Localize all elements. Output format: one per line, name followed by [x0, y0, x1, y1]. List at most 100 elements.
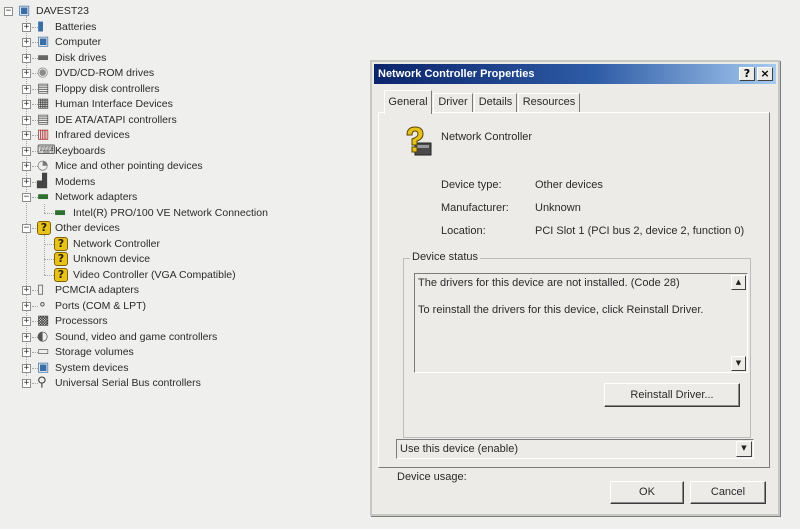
device-name: Network Controller [441, 131, 533, 143]
tab-general[interactable]: General [384, 90, 432, 114]
port-icon: ⚬ [37, 297, 48, 313]
tree-category-label: Disk drives [55, 51, 107, 64]
manufacturer-value: Unknown [535, 202, 581, 214]
tree-category-label: IDE ATA/ATAPI controllers [55, 113, 177, 126]
expand-toggle[interactable]: + [22, 332, 31, 342]
storage-volume-icon: ▭ [37, 344, 50, 359]
collapse-root-toggle[interactable]: − [4, 7, 13, 16]
scroll-up-button[interactable]: ▲ [731, 275, 746, 290]
tab-driver[interactable]: Driver [433, 93, 473, 112]
expand-toggle[interactable]: + [22, 38, 31, 47]
tree-device[interactable]: ? Unknown device [0, 252, 330, 267]
status-line-1: The drivers for this device are not inst… [418, 277, 680, 289]
tree-category[interactable]: + ◐ Sound, video and game controllers [0, 328, 330, 345]
device-status-textbox[interactable]: The drivers for this device are not inst… [414, 273, 748, 373]
expand-toggle[interactable]: + [22, 301, 31, 311]
expand-toggle[interactable]: + [22, 84, 31, 94]
status-line-2: To reinstall the drivers for this device… [418, 304, 704, 316]
device-tree: − ▣ DAVEST23 + ▮ Batteries + ▣ Computer + ▬ Disk dr… [0, 0, 340, 529]
tree-category[interactable]: + ▬ Disk drives [0, 49, 330, 66]
arrow-down-icon: ▼ [735, 359, 742, 367]
disk-drive-icon: ▬ [37, 49, 50, 65]
ok-button[interactable]: OK [610, 481, 684, 504]
arrow-up-icon: ▲ [735, 278, 742, 286]
expand-toggle[interactable]: + [22, 379, 31, 388]
expand-toggle[interactable]: + [22, 53, 31, 63]
unknown-device-icon: ? [54, 236, 68, 251]
tree-category[interactable]: + ▣ Computer [0, 35, 330, 50]
modem-icon: ▟ [37, 173, 47, 189]
expand-toggle[interactable]: + [22, 348, 31, 357]
expand-toggle[interactable]: + [22, 177, 31, 187]
tree-device[interactable]: ▬ Intel(R) PRO/100 VE Network Connection [0, 205, 330, 221]
tree-category-label: Floppy disk controllers [55, 82, 160, 95]
expand-toggle[interactable]: + [22, 146, 31, 156]
ide-controller-icon: ▤ [37, 111, 50, 127]
tree-device[interactable]: ? Video Controller (VGA Compatible) [0, 267, 330, 283]
tree-category[interactable]: + ⚬ Ports (COM & LPT) [0, 297, 330, 314]
infrared-icon: ▥ [37, 127, 50, 142]
expand-toggle[interactable]: + [22, 22, 31, 32]
expand-toggle[interactable]: + [22, 317, 31, 326]
tab-details[interactable]: Details [474, 93, 517, 112]
unknown-device-large-icon [406, 126, 432, 156]
tree-category[interactable]: + ▣ System devices [0, 360, 330, 376]
hid-icon: ▦ [37, 96, 50, 111]
location-value: PCI Slot 1 (PCI bus 2, device 2, functio… [535, 225, 745, 237]
tree-connector [44, 235, 45, 275]
tree-category[interactable]: + ▦ Human Interface Devices [0, 97, 330, 112]
device-usage-select[interactable]: Use this device (enable) ▼ [396, 439, 754, 459]
tree-category[interactable]: + ◔ Mice and other pointing devices [0, 159, 330, 174]
collapse-toggle[interactable]: − [22, 224, 31, 233]
expand-toggle[interactable]: + [22, 286, 31, 295]
collapse-toggle[interactable]: − [22, 193, 31, 202]
tree-connector [44, 259, 54, 260]
tree-category[interactable]: + ▤ Floppy disk controllers [0, 80, 330, 97]
keyboard-icon: ⌨ [37, 142, 56, 158]
expand-toggle[interactable]: + [22, 131, 31, 140]
tree-category[interactable]: + ◉ DVD/CD-ROM drives [0, 66, 330, 81]
expand-toggle[interactable]: + [22, 162, 31, 171]
tree-category-label: Ports (COM & LPT) [55, 299, 147, 312]
tree-category[interactable]: − ▬ Network adapters [0, 190, 330, 205]
dropdown-button[interactable]: ▼ [736, 441, 752, 457]
tree-device-label: Intel(R) PRO/100 VE Network Connection [73, 206, 268, 219]
cancel-label: Cancel [710, 486, 746, 498]
tree-category[interactable]: −? Other devices [0, 221, 330, 236]
tree-category[interactable]: + ⌨ Keyboards [0, 142, 330, 159]
reinstall-driver-button[interactable]: Reinstall Driver... [604, 383, 740, 407]
tree-category-label: PCMCIA adapters [55, 284, 140, 296]
tree-category-label: Keyboards [55, 144, 106, 157]
reinstall-driver-label: Reinstall Driver... [630, 389, 714, 401]
close-icon: × [760, 67, 770, 80]
tree-root[interactable]: − ▣ DAVEST23 [0, 4, 120, 19]
device-type-value: Other devices [535, 179, 603, 191]
scroll-down-button[interactable]: ▼ [731, 356, 746, 371]
tree-category[interactable]: + ▟ Modems [0, 173, 330, 190]
tree-category[interactable]: + ▮ Batteries [0, 19, 330, 35]
tree-connector [44, 243, 54, 245]
expand-toggle[interactable]: + [22, 115, 31, 125]
tree-category-label: System devices [55, 361, 129, 374]
sound-icon: ◐ [37, 328, 49, 344]
tree-category-label: Infrared devices [55, 129, 130, 141]
tree-category[interactable]: + ▩ Processors [0, 314, 330, 329]
tree-device[interactable]: ? Network Controller [0, 236, 330, 252]
expand-toggle[interactable]: + [22, 69, 31, 78]
tab-resources[interactable]: Resources [518, 93, 580, 112]
tree-category[interactable]: + ▤ IDE ATA/ATAPI controllers [0, 111, 330, 128]
tree-category[interactable]: + ▥ Infrared devices [0, 128, 330, 143]
expand-toggle[interactable]: + [22, 100, 31, 109]
tree-category[interactable]: + ⚲ Universal Serial Bus controllers [0, 376, 330, 391]
mouse-icon: ◔ [37, 158, 49, 173]
help-button[interactable]: ? [739, 67, 755, 81]
tree-category[interactable]: + ▯ PCMCIA adapters [0, 283, 330, 298]
tree-category-label: Storage volumes [55, 346, 134, 358]
close-button[interactable]: × [757, 67, 773, 81]
floppy-controller-icon: ▤ [37, 80, 50, 96]
expand-toggle[interactable]: + [22, 363, 31, 373]
tree-category[interactable]: + ▭ Storage volumes [0, 345, 330, 360]
cancel-button[interactable]: Cancel [690, 481, 766, 504]
dialog-titlebar[interactable]: Network Controller Properties ? × [374, 64, 776, 84]
tab-details-label: Details [478, 96, 513, 108]
